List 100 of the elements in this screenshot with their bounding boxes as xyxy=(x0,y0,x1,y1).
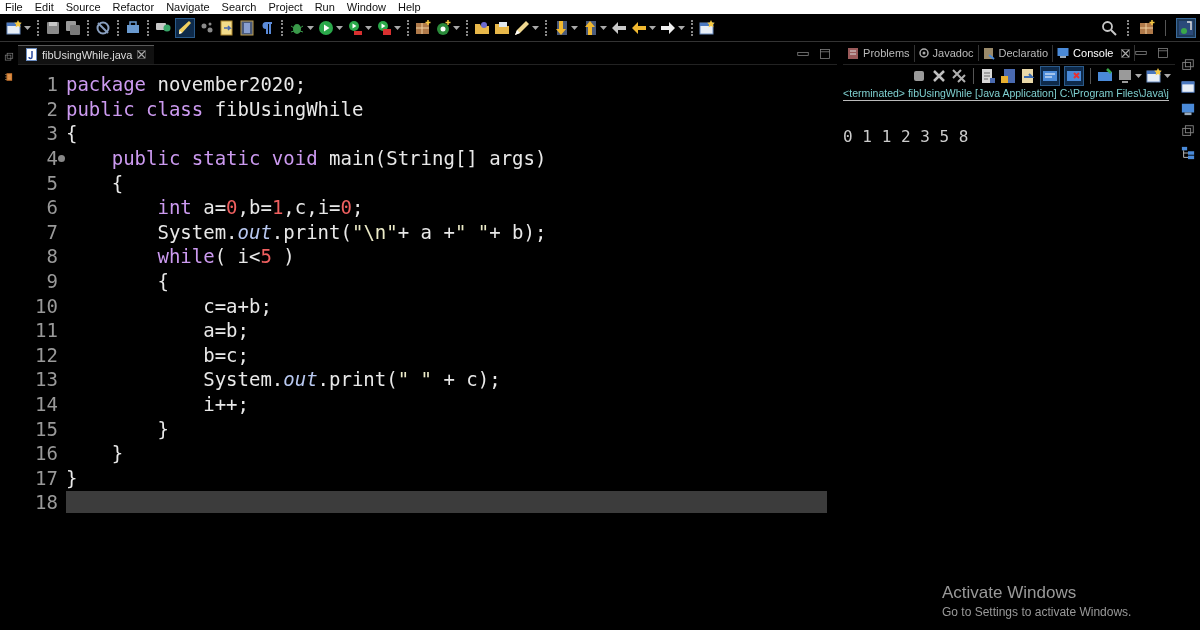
caret-icon[interactable] xyxy=(678,25,685,30)
restore-icon[interactable] xyxy=(3,52,14,62)
clipboard-icon xyxy=(847,46,860,60)
line-number: 7 xyxy=(46,220,58,243)
line-number: 5 xyxy=(46,171,58,194)
error-message-icon xyxy=(1066,68,1083,84)
caret-icon[interactable] xyxy=(336,25,343,30)
caret-icon[interactable] xyxy=(571,25,578,30)
menu-item[interactable]: Search xyxy=(221,0,257,14)
monitor-icon[interactable] xyxy=(1097,68,1114,84)
folder-icon[interactable] xyxy=(494,19,510,36)
caret-icon[interactable] xyxy=(307,25,314,30)
folder-icon[interactable] xyxy=(474,19,490,36)
menu-item[interactable]: Window xyxy=(346,0,386,14)
hierarchy-icon[interactable] xyxy=(1180,146,1195,160)
locked-document-icon[interactable] xyxy=(1000,68,1017,84)
menu-item[interactable]: Edit xyxy=(34,0,54,14)
document-up-arrow-icon[interactable] xyxy=(582,19,598,36)
code-line: { xyxy=(110,171,124,194)
run-stop-icon[interactable] xyxy=(347,19,363,36)
double-x-icon[interactable] xyxy=(951,68,968,84)
save-icon[interactable] xyxy=(45,19,61,36)
console-icon xyxy=(1057,47,1070,59)
at-sign-icon xyxy=(918,48,929,58)
line-number: 12 xyxy=(35,343,58,366)
maximize-icon[interactable] xyxy=(819,48,832,60)
document-icon[interactable] xyxy=(980,68,997,84)
pilcrow-icon[interactable] xyxy=(259,19,275,36)
line-number: 3 xyxy=(46,122,58,145)
error-message-toggle-button[interactable] xyxy=(1064,66,1085,86)
code-line: } xyxy=(65,466,78,489)
caret-icon[interactable] xyxy=(394,25,401,30)
editor-tab[interactable]: fibUsingWhile.java xyxy=(17,45,155,64)
line-number: 16 xyxy=(35,442,58,465)
caret-icon[interactable] xyxy=(600,25,607,30)
document-icon[interactable] xyxy=(219,19,235,36)
close-icon[interactable] xyxy=(137,50,147,59)
message-icon xyxy=(1042,68,1059,84)
restore-icon[interactable] xyxy=(1180,124,1195,138)
maximize-icon[interactable] xyxy=(1157,47,1170,59)
message-toggle-button[interactable] xyxy=(1040,66,1061,86)
run-toolbox-icon[interactable] xyxy=(376,19,392,36)
view-tab[interactable]: Problems xyxy=(843,44,915,62)
pencil-icon[interactable] xyxy=(514,19,530,36)
activation-title: Activate Windows xyxy=(942,583,1078,603)
caret-icon[interactable] xyxy=(1164,74,1172,78)
menu-item[interactable]: Source xyxy=(65,0,101,14)
code-line: { xyxy=(65,122,78,145)
window-icon[interactable] xyxy=(1146,68,1163,84)
document-down-arrow-icon[interactable] xyxy=(553,19,569,36)
code-line: int a=0,b=1,c,i=0; xyxy=(156,196,364,219)
search-icon[interactable] xyxy=(1101,19,1117,36)
restore-icon[interactable] xyxy=(1180,58,1195,72)
caret-icon[interactable] xyxy=(24,25,31,30)
line-number: 17 xyxy=(35,466,58,489)
run-icon[interactable] xyxy=(318,19,334,36)
x-icon[interactable] xyxy=(931,68,948,84)
right-arrow-icon[interactable] xyxy=(660,19,676,36)
menu-item[interactable]: Project xyxy=(268,0,303,14)
close-icon[interactable] xyxy=(1121,48,1131,58)
toolbox-icon[interactable] xyxy=(125,19,141,36)
line-number: 8 xyxy=(46,245,58,268)
window-icon[interactable] xyxy=(699,19,715,36)
line-number: 15 xyxy=(35,417,58,440)
crossed-circle-icon[interactable] xyxy=(95,19,111,36)
menu-item[interactable]: Help xyxy=(398,0,421,14)
grid-icon[interactable] xyxy=(415,19,431,36)
film-icon[interactable] xyxy=(239,19,255,36)
screen-icon[interactable] xyxy=(1117,68,1134,84)
code-line: public static void main(String[] args) xyxy=(110,147,547,170)
save-all-icon[interactable] xyxy=(65,19,81,36)
grid-icon[interactable] xyxy=(1139,19,1155,36)
view-tab[interactable]: Declaratio xyxy=(978,44,1054,62)
menu-item[interactable]: Run xyxy=(314,0,335,14)
menu-item[interactable]: Navigate xyxy=(166,0,210,14)
highlighter-toggle-button[interactable] xyxy=(175,17,195,38)
circle-plus-icon[interactable] xyxy=(435,19,451,36)
window-icon[interactable] xyxy=(6,19,22,36)
code-line: { xyxy=(156,270,169,293)
menu-item[interactable]: File xyxy=(5,0,23,14)
caret-icon[interactable] xyxy=(532,25,539,30)
caret-icon[interactable] xyxy=(365,25,372,30)
line-number: 10 xyxy=(35,294,58,317)
view-tab[interactable]: Console xyxy=(1053,45,1136,61)
code-line: c=a+b; xyxy=(202,294,272,317)
line-number: 6 xyxy=(46,196,58,219)
line-number: 9 xyxy=(46,270,58,293)
view-tab[interactable]: Javadoc xyxy=(914,45,979,61)
code-line: a=b; xyxy=(202,319,249,342)
menu-item[interactable]: Refactor xyxy=(112,0,155,14)
caret-icon[interactable] xyxy=(453,25,460,30)
console-icon[interactable] xyxy=(1180,102,1195,116)
outline-icon[interactable] xyxy=(3,72,14,82)
panel-icon[interactable] xyxy=(1180,80,1195,94)
caret-icon[interactable] xyxy=(649,25,656,30)
caret-icon[interactable] xyxy=(1135,74,1143,78)
code-line: } xyxy=(156,417,169,440)
line-number: 13 xyxy=(35,368,58,391)
code-line: System.out.print("\n"+ a +" "+ b); xyxy=(156,220,547,243)
line-number: 1 xyxy=(46,73,58,96)
